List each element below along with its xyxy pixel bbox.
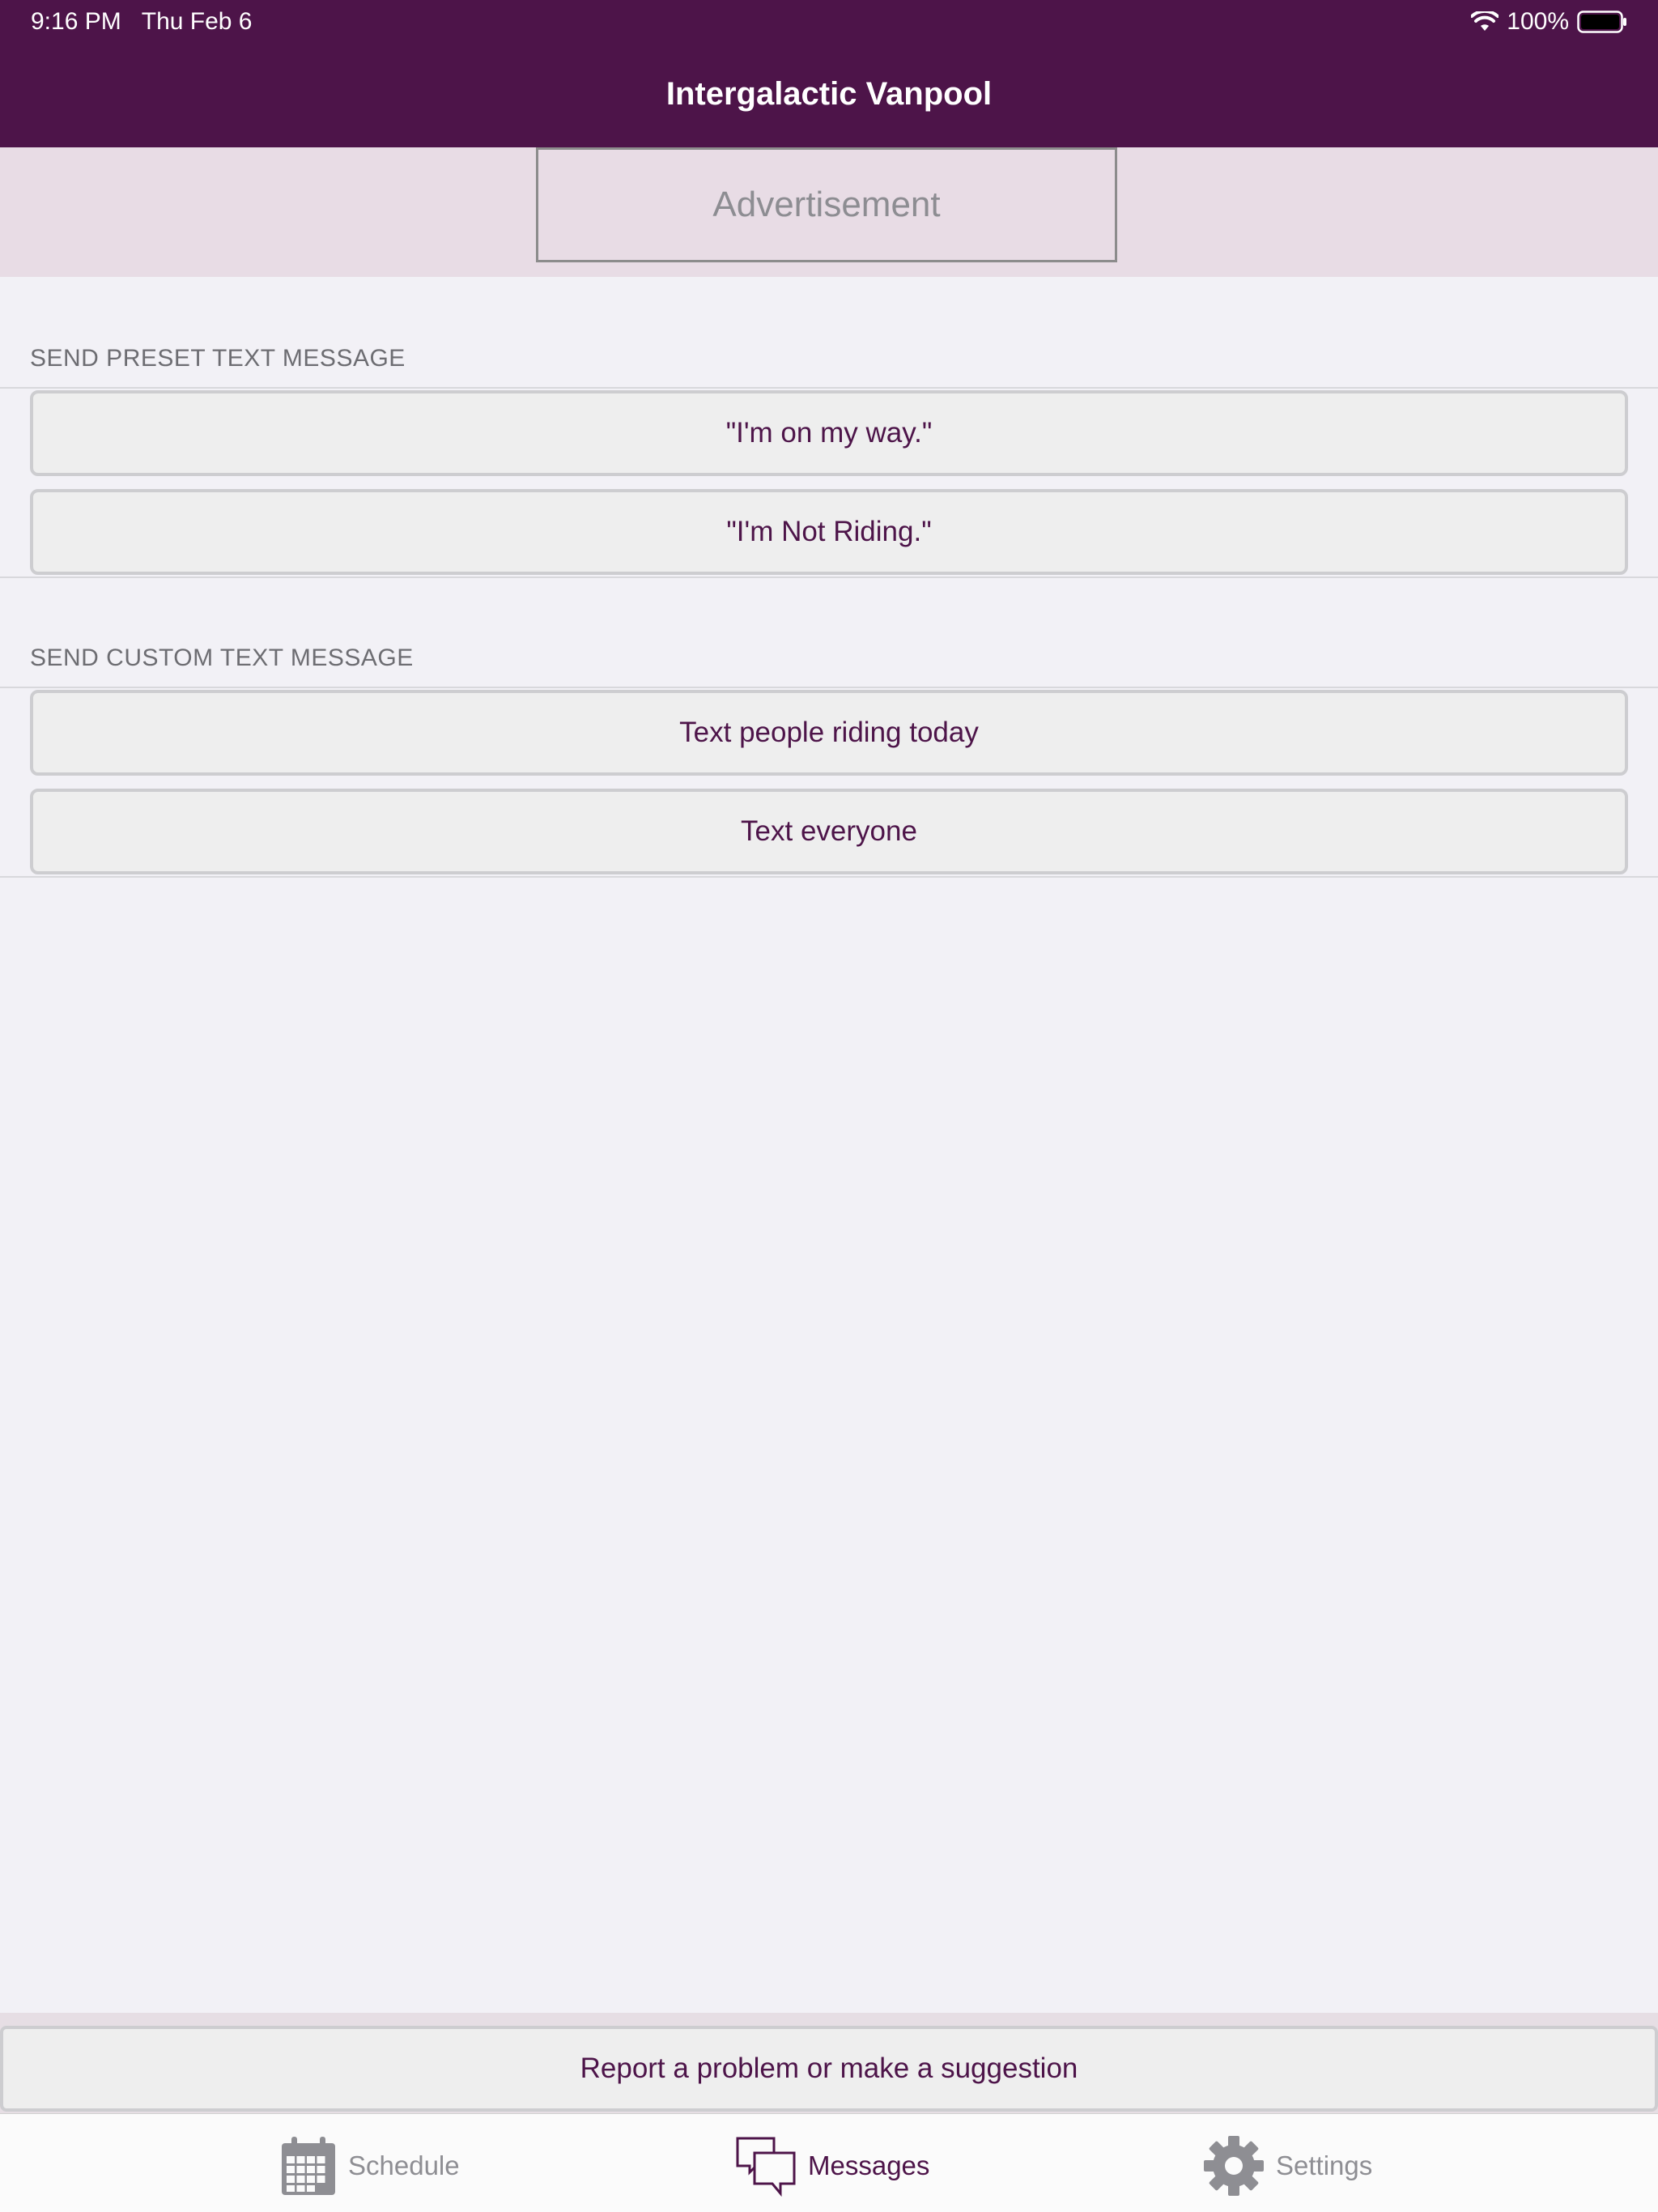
wifi-icon [1471, 11, 1499, 32]
tab-settings-label: Settings [1276, 2150, 1373, 2180]
tab-schedule[interactable]: Schedule [280, 2133, 460, 2198]
tab-bar: Schedule Messages Settings [0, 2113, 1658, 2212]
advertisement-box[interactable]: Advertisement [536, 147, 1117, 262]
battery-percentage: 100% [1507, 8, 1569, 35]
on-my-way-label: "I'm on my way." [725, 417, 933, 449]
custom-section-group: Text people riding today Text everyone [0, 687, 1658, 878]
custom-section-header: SEND CUSTOM TEXT MESSAGE [30, 644, 414, 671]
tab-messages[interactable]: Messages [735, 2133, 929, 2198]
report-strip: Report a problem or make a suggestion [0, 2013, 1658, 2113]
gear-icon [1203, 2135, 1265, 2197]
tab-settings[interactable]: Settings [1203, 2133, 1372, 2198]
text-everyone-label: Text everyone [741, 815, 917, 847]
tab-schedule-label: Schedule [348, 2150, 460, 2180]
preset-section-header: SEND PRESET TEXT MESSAGE [30, 345, 406, 372]
navigation-bar: Intergalactic Vanpool [0, 45, 1658, 147]
status-date: Thu Feb 6 [141, 8, 253, 35]
chat-bubbles-icon [735, 2135, 797, 2197]
text-riding-today-label: Text people riding today [679, 717, 979, 748]
text-everyone-button[interactable]: Text everyone [30, 789, 1628, 874]
status-bar: 9:16 PM Thu Feb 6 100% [0, 0, 1658, 45]
on-my-way-button[interactable]: "I'm on my way." [30, 390, 1628, 476]
advertisement-label: Advertisement [712, 185, 941, 224]
report-problem-label: Report a problem or make a suggestion [580, 2052, 1078, 2084]
status-time: 9:16 PM Thu Feb 6 [31, 8, 253, 36]
status-time-value: 9:16 PM [31, 8, 121, 35]
preset-section-group: "I'm on my way." "I'm Not Riding." [0, 387, 1658, 578]
text-riding-today-button[interactable]: Text people riding today [30, 690, 1628, 776]
calendar-icon [280, 2135, 337, 2197]
ad-banner: Advertisement [0, 147, 1658, 277]
not-riding-button[interactable]: "I'm Not Riding." [30, 489, 1628, 575]
not-riding-label: "I'm Not Riding." [726, 516, 932, 547]
page-title: Intergalactic Vanpool [665, 76, 993, 112]
tab-messages-label: Messages [808, 2150, 930, 2180]
battery-full-icon [1577, 11, 1627, 33]
status-indicators: 100% [1471, 8, 1627, 36]
report-problem-button[interactable]: Report a problem or make a suggestion [0, 2026, 1658, 2112]
